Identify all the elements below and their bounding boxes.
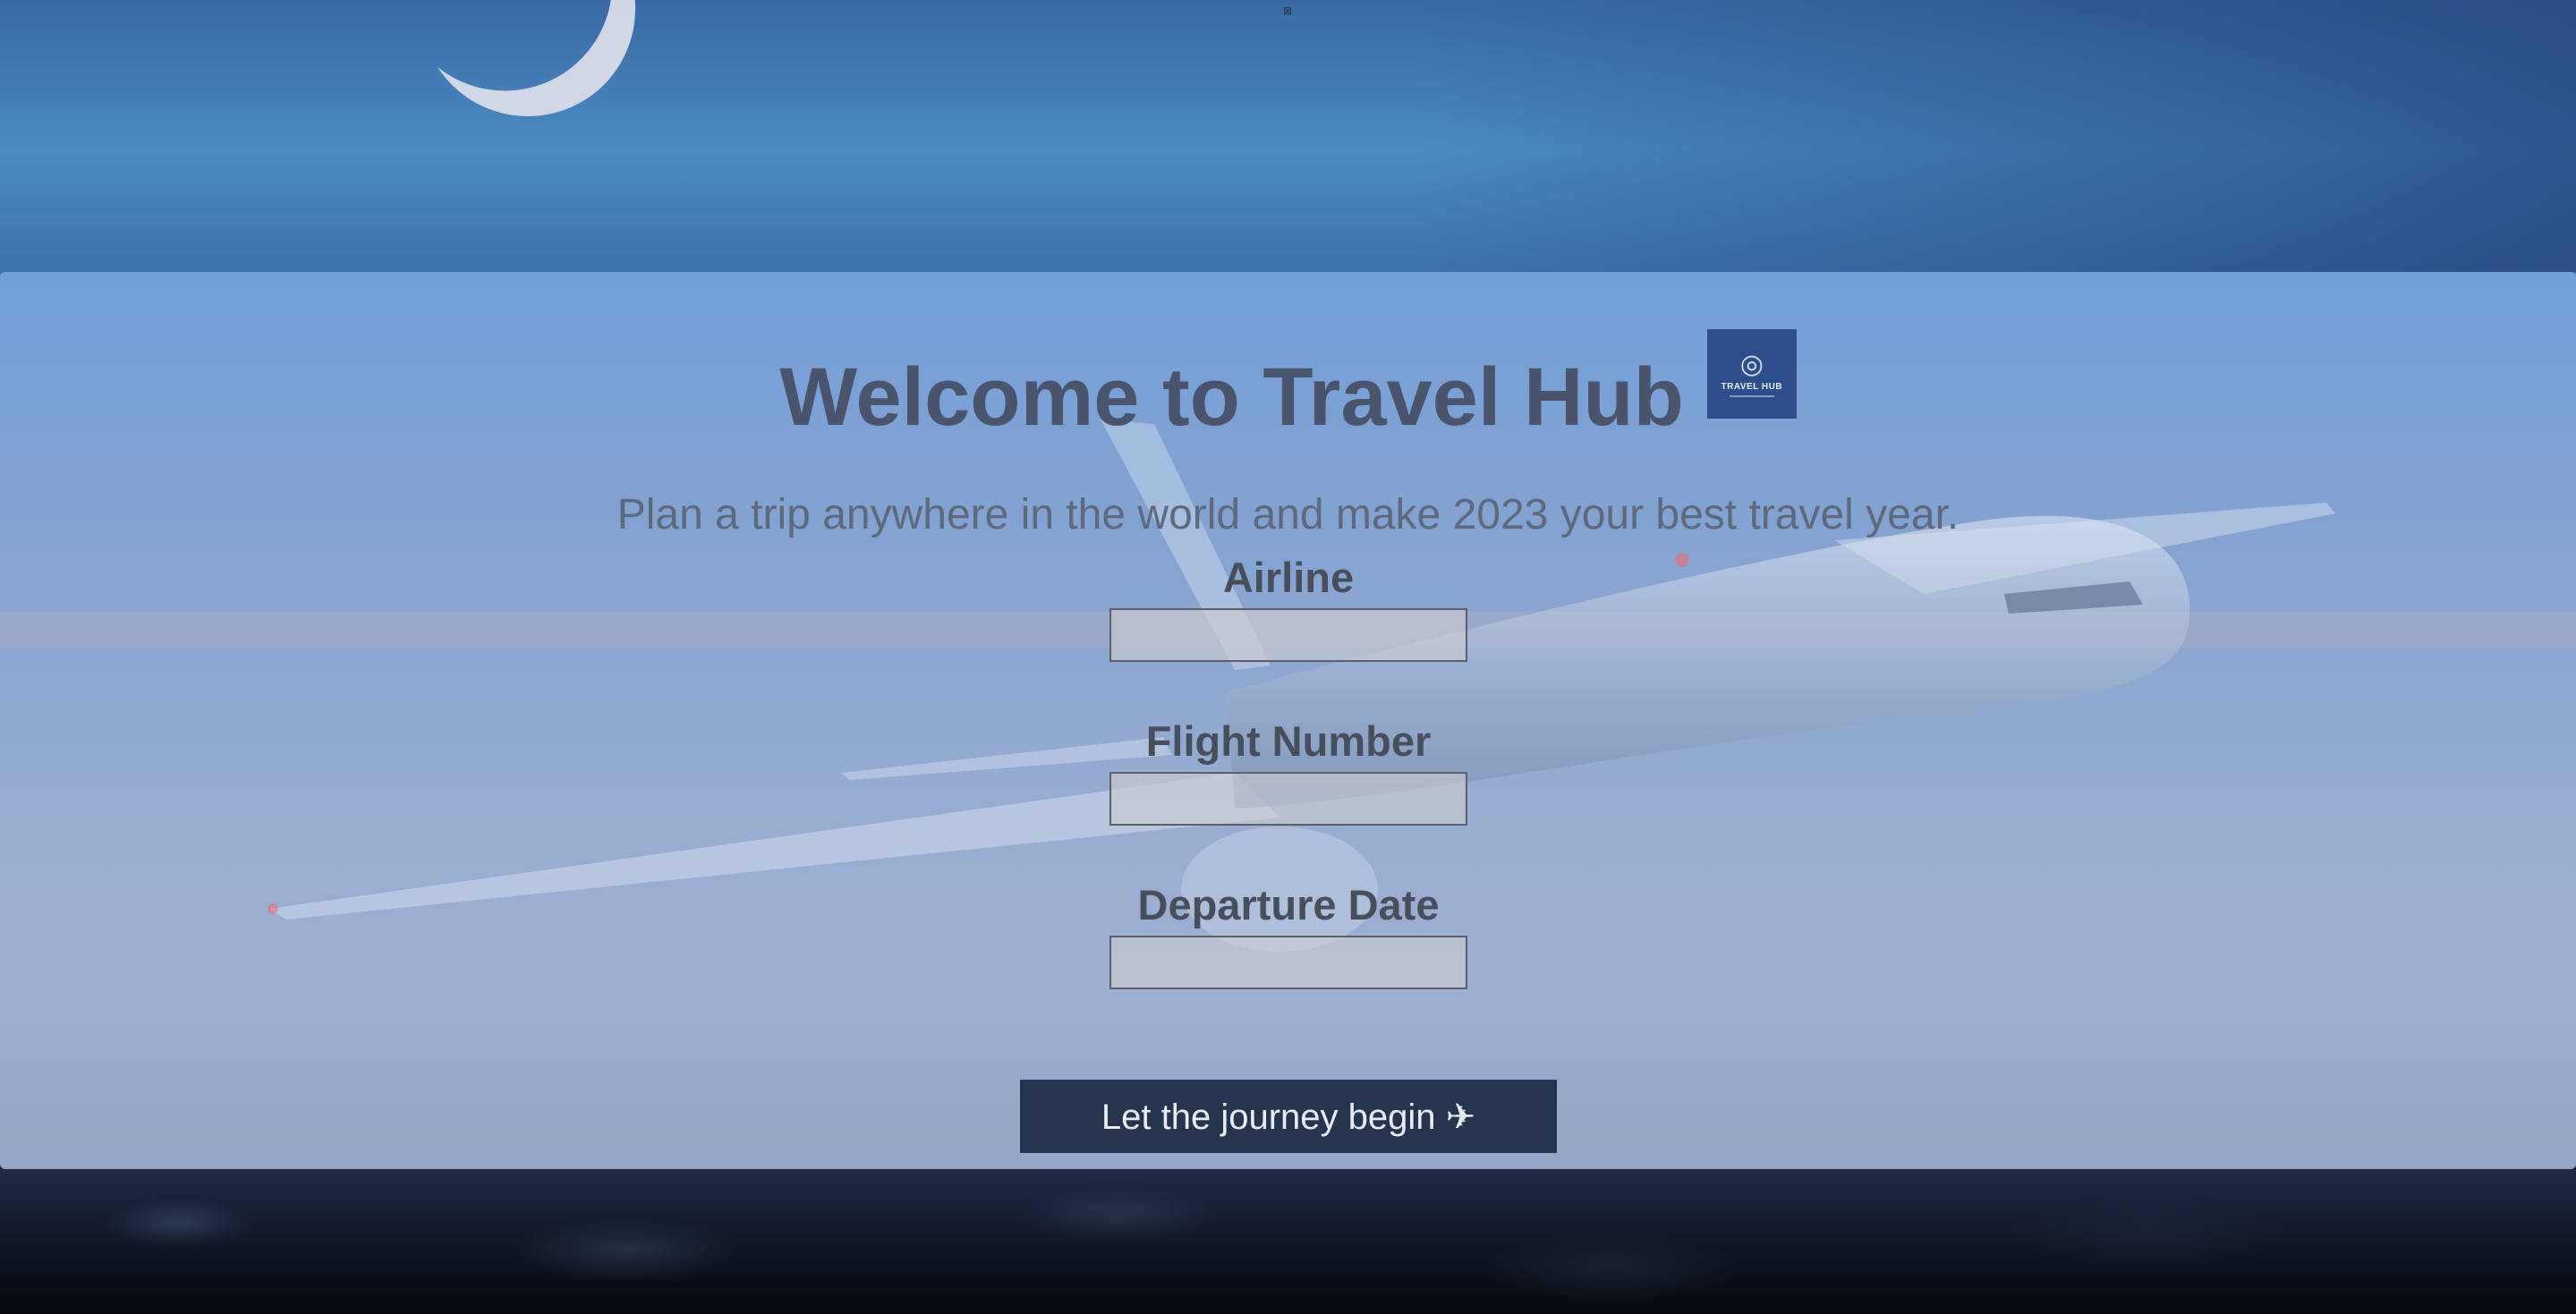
submit-button[interactable]: Let the journey begin ✈ (1020, 1080, 1557, 1153)
hero-panel: Welcome to Travel Hub ◎ TRAVEL HUB Plan … (0, 272, 2576, 1169)
flight-number-input[interactable] (1109, 771, 1467, 826)
flight-number-field-group: Flight Number (1109, 718, 1467, 826)
airline-label: Airline (1222, 554, 1355, 601)
top-marker-icon: ⊠ (1282, 4, 1293, 17)
airline-field-group: Airline (1109, 555, 1467, 662)
page-title: Welcome to Travel Hub (779, 352, 1684, 443)
airline-input[interactable] (1109, 607, 1467, 662)
departure-date-label: Departure Date (1137, 881, 1440, 928)
clouds-background (0, 1169, 2576, 1314)
departure-date-field-group: Departure Date (1109, 882, 1467, 989)
logo-divider (1729, 394, 1774, 397)
flight-number-label: Flight Number (1145, 717, 1432, 765)
logo-text: TRAVEL HUB (1721, 381, 1783, 392)
page-subtitle: Plan a trip anywhere in the world and ma… (616, 491, 1960, 538)
title-row: Welcome to Travel Hub ◎ TRAVEL HUB (0, 329, 2576, 438)
sky-background (0, 0, 2576, 272)
departure-date-input[interactable] (1109, 935, 1467, 989)
globe-icon: ◎ (1739, 349, 1764, 379)
travel-hub-logo: ◎ TRAVEL HUB (1706, 329, 1797, 419)
